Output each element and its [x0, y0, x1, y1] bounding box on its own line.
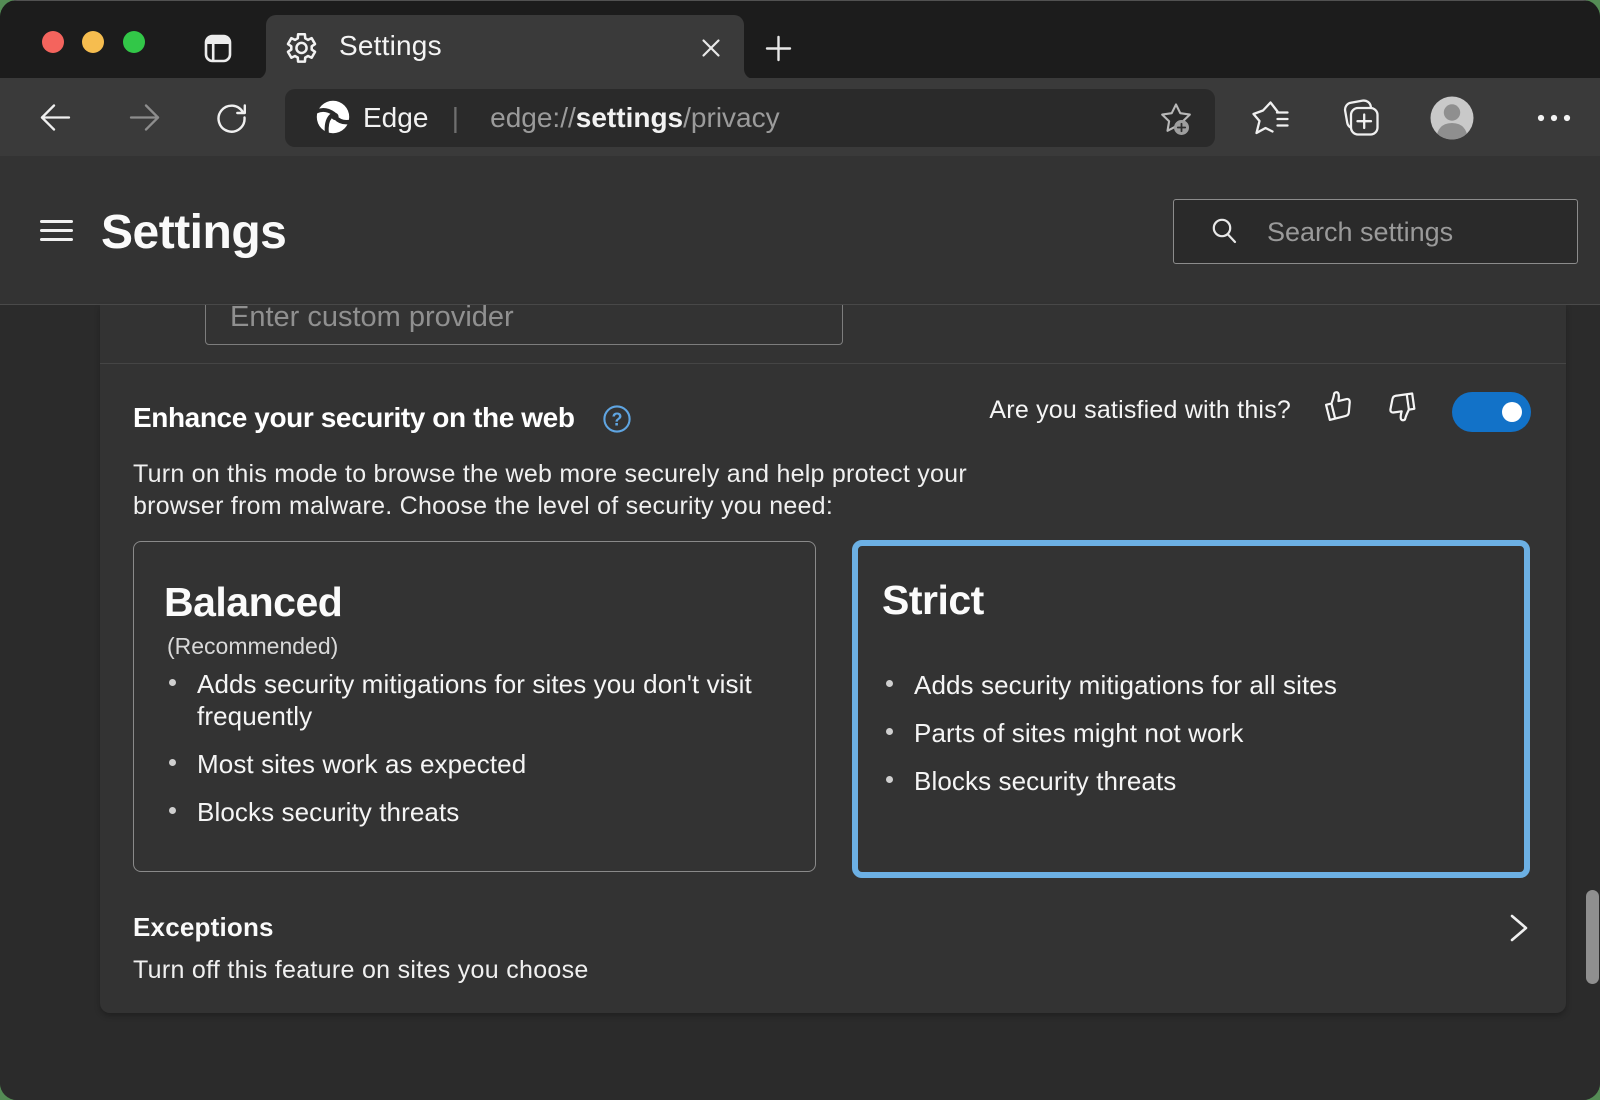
svg-text:?: ?: [612, 410, 623, 430]
